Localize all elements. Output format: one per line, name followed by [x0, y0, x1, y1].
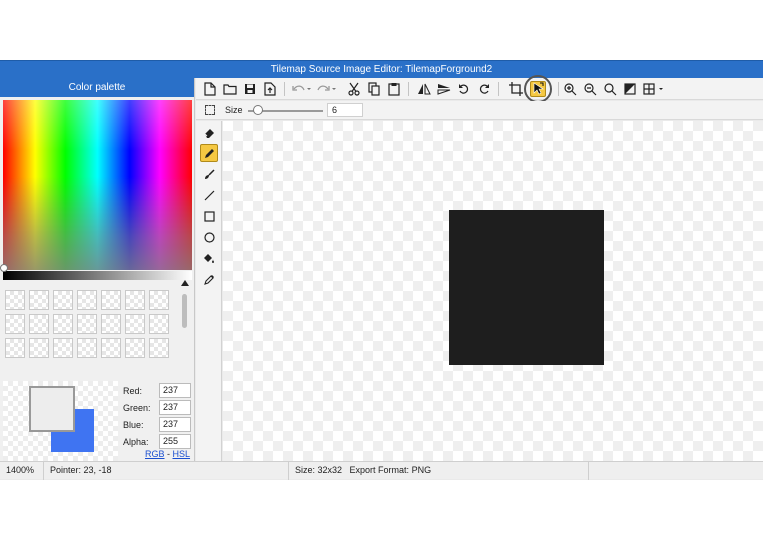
window-title: Tilemap Source Image Editor: TilemapForg…	[0, 61, 763, 78]
open-folder-icon[interactable]	[222, 81, 238, 97]
cut-icon[interactable]	[346, 81, 362, 97]
rotate-left-icon[interactable]	[456, 81, 472, 97]
foreground-color-swatch[interactable]	[29, 386, 75, 432]
blue-row: Blue: 237	[123, 417, 193, 432]
editor-window: Tilemap Source Image Editor: TilemapForg…	[0, 60, 763, 480]
swatch[interactable]	[5, 338, 25, 358]
status-zoom: 1400%	[0, 462, 44, 480]
hsl-link[interactable]: HSL	[173, 449, 191, 459]
status-bar: 1400% Pointer: 23, -18 Size: 32x32 Expor…	[0, 461, 763, 480]
blue-field[interactable]: 237	[159, 417, 191, 432]
eyedropper-icon[interactable]	[200, 270, 218, 288]
color-preview	[3, 381, 118, 461]
toolbar-divider	[408, 82, 409, 96]
flip-vertical-icon[interactable]	[436, 81, 452, 97]
green-field[interactable]: 237	[159, 400, 191, 415]
ellipse-icon[interactable]	[200, 228, 218, 246]
swatch[interactable]	[77, 338, 97, 358]
copy-icon[interactable]	[366, 81, 382, 97]
swatch[interactable]	[5, 314, 25, 334]
swatch[interactable]	[101, 338, 121, 358]
flip-horizontal-icon[interactable]	[416, 81, 432, 97]
swatch[interactable]	[101, 314, 121, 334]
alpha-label: Alpha:	[123, 437, 149, 447]
swatch-scrollbar[interactable]	[179, 280, 191, 377]
export-icon[interactable]	[262, 81, 278, 97]
swatch[interactable]	[53, 338, 73, 358]
main-toolbar	[196, 75, 763, 103]
eraser-icon[interactable]	[200, 123, 218, 141]
red-label: Red:	[123, 386, 143, 396]
tool-column	[196, 121, 222, 461]
status-pointer: Pointer: 23, -18	[44, 462, 289, 480]
palette-header: Color palette	[0, 78, 194, 97]
rotate-right-icon[interactable]	[476, 81, 492, 97]
scroll-thumb[interactable]	[182, 294, 187, 328]
alpha-field[interactable]: 255	[159, 434, 191, 449]
swatch[interactable]	[77, 290, 97, 310]
redo-icon[interactable]	[315, 81, 337, 97]
blue-label: Blue:	[123, 420, 144, 430]
select-pointer-icon[interactable]	[530, 81, 546, 97]
line-icon[interactable]	[200, 186, 218, 204]
rectangle-icon[interactable]	[200, 207, 218, 225]
green-label: Green:	[123, 403, 151, 413]
size-slider-knob[interactable]	[253, 105, 263, 115]
color-palette-panel: Color palette Red: 237 Green: 237 Blue: …	[0, 78, 195, 461]
status-format: Export Format: PNG	[349, 465, 432, 475]
swatch[interactable]	[125, 314, 145, 334]
swatch[interactable]	[29, 314, 49, 334]
brush-icon[interactable]	[200, 165, 218, 183]
selection-toggle-icon[interactable]	[205, 105, 215, 115]
status-size: Size: 32x32	[295, 465, 343, 475]
toolbar-divider	[558, 82, 559, 96]
editing-canvas[interactable]	[223, 121, 763, 461]
rgb-link[interactable]: RGB	[145, 449, 165, 459]
swatch[interactable]	[29, 290, 49, 310]
swatch[interactable]	[149, 314, 169, 334]
crop-icon[interactable]	[508, 81, 524, 97]
invert-icon[interactable]	[622, 81, 638, 97]
tile-image[interactable]	[449, 210, 604, 365]
toolbar-divider	[498, 82, 499, 96]
scroll-up-arrow-icon[interactable]	[181, 280, 189, 286]
link-separator: -	[164, 449, 173, 459]
pencil-icon[interactable]	[200, 144, 218, 162]
status-extra	[589, 462, 763, 480]
red-field[interactable]: 237	[159, 383, 191, 398]
swatch[interactable]	[101, 290, 121, 310]
swatch[interactable]	[149, 338, 169, 358]
undo-icon[interactable]	[290, 81, 312, 97]
swatch[interactable]	[125, 290, 145, 310]
grayscale-bar[interactable]	[3, 271, 192, 280]
size-value-field[interactable]: 6	[327, 103, 363, 117]
fill-bucket-icon[interactable]	[200, 249, 218, 267]
grid-icon[interactable]	[642, 81, 666, 97]
size-label: Size	[225, 105, 243, 115]
zoom-out-icon[interactable]	[582, 81, 598, 97]
color-mode-links: RGB - HSL	[145, 449, 190, 459]
swatch[interactable]	[125, 338, 145, 358]
color-spectrum[interactable]	[3, 100, 192, 270]
status-info: Size: 32x32 Export Format: PNG	[289, 462, 589, 480]
red-row: Red: 237	[123, 383, 193, 398]
swatch-grid	[5, 290, 177, 380]
grayscale-marker[interactable]	[0, 264, 8, 272]
swatch[interactable]	[5, 290, 25, 310]
new-file-icon[interactable]	[202, 81, 218, 97]
toolbar-divider	[284, 82, 285, 96]
zoom-fit-icon[interactable]	[602, 81, 618, 97]
swatch[interactable]	[149, 290, 169, 310]
swatch[interactable]	[53, 314, 73, 334]
tool-options-bar: Size 6	[196, 101, 763, 120]
alpha-row: Alpha: 255	[123, 434, 193, 449]
swatch[interactable]	[77, 314, 97, 334]
save-icon[interactable]	[242, 81, 258, 97]
swatch[interactable]	[53, 290, 73, 310]
zoom-in-icon[interactable]	[562, 81, 578, 97]
swatch[interactable]	[29, 338, 49, 358]
paste-icon[interactable]	[386, 81, 402, 97]
green-row: Green: 237	[123, 400, 193, 415]
color-channels: Red: 237 Green: 237 Blue: 237 Alpha: 255…	[120, 381, 192, 461]
